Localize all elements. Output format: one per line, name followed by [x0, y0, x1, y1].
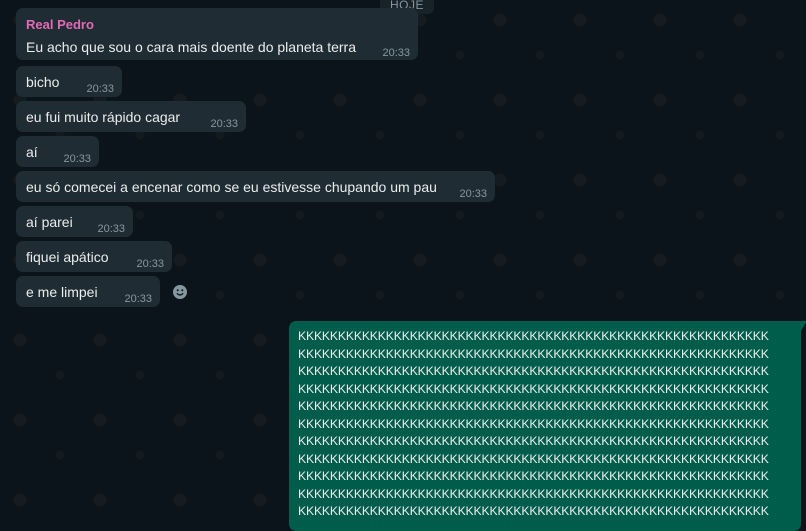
message-bubble-6[interactable]: aí parei 20:33 — [16, 206, 133, 237]
message-time: 20:33 — [63, 153, 91, 165]
outgoing-message-text: KKKKKKKKKKKKKKKKKKKKKKKKKKKKKKKKKKKKKKKK… — [298, 328, 798, 521]
message-bubble-2[interactable]: bicho 20:33 — [16, 66, 122, 97]
message-bubble-7[interactable]: fiquei apático 20:33 — [16, 241, 172, 272]
message-bubble-3[interactable]: eu fui muito rápido cagar 20:33 — [16, 101, 246, 132]
text-line: KKKKKKKKKKKKKKKKKKKKKKKKKKKKKKKKKKKKKKKK… — [298, 504, 769, 518]
message-time: 20:33 — [97, 223, 125, 235]
text-line: KKKKKKKKKKKKKKKKKKKKKKKKKKKKKKKKKKKKKKKK… — [298, 451, 769, 466]
text-line: KKKKKKKKKKKKKKKKKKKKKKKKKKKKKKKKKKKKKKKK… — [298, 381, 769, 396]
text-line: KKKKKKKKKKKKKKKKKKKKKKKKKKKKKKKKKKKKKKKK… — [298, 346, 769, 361]
text-line: KKKKKKKKKKKKKKKKKKKKKKKKKKKKKKKKKKKKKKKK… — [298, 486, 769, 501]
text-line: KKKKKKKKKKKKKKKKKKKKKKKKKKKKKKKKKKKKKKKK… — [298, 469, 769, 483]
message-text: e me limpei — [26, 284, 98, 300]
message-bubble-1[interactable]: Real Pedro Eu acho que sou o cara mais d… — [16, 8, 418, 60]
emoji-react-icon[interactable] — [169, 281, 191, 303]
sender-name[interactable]: Real Pedro — [26, 17, 94, 32]
message-time: 20:33 — [459, 188, 487, 200]
smiley-icon — [173, 285, 187, 299]
message-bubble-5[interactable]: eu só comecei a encenar como se eu estiv… — [16, 171, 495, 202]
message-text: bicho — [26, 74, 60, 90]
outgoing-message-bubble[interactable]: KKKKKKKKKKKKKKKKKKKKKKKKKKKKKKKKKKKKKKKK… — [289, 321, 806, 531]
message-time: 20:33 — [136, 258, 164, 270]
text-line: KKKKKKKKKKKKKKKKKKKKKKKKKKKKKKKKKKKKKKKK… — [298, 416, 769, 431]
message-text: Eu acho que sou o cara mais doente do pl… — [26, 39, 356, 55]
message-time: 20:33 — [210, 118, 238, 130]
message-bubble-4[interactable]: aí 20:33 — [16, 136, 99, 167]
message-text: eu só comecei a encenar como se eu estiv… — [26, 179, 437, 195]
text-line: KKKKKKKKKKKKKKKKKKKKKKKKKKKKKKKKKKKKKKKK… — [298, 364, 769, 378]
bubble-tail — [801, 321, 806, 331]
text-line: KKKKKKKKKKKKKKKKKKKKKKKKKKKKKKKKKKKKKKKK… — [298, 434, 769, 448]
message-time: 20:33 — [86, 83, 114, 95]
message-text: aí — [26, 144, 38, 160]
message-bubble-8[interactable]: e me limpei 20:33 — [16, 276, 160, 307]
message-text: aí parei — [26, 214, 73, 230]
text-line: KKKKKKKKKKKKKKKKKKKKKKKKKKKKKKKKKKKKKKKK… — [298, 399, 769, 413]
message-time: 20:33 — [124, 293, 152, 305]
message-time: 20:33 — [382, 47, 410, 59]
text-line: KKKKKKKKKKKKKKKKKKKKKKKKKKKKKKKKKKKKKKKK… — [298, 329, 769, 343]
message-text: eu fui muito rápido cagar — [26, 109, 181, 125]
message-text: fiquei apático — [26, 249, 109, 265]
